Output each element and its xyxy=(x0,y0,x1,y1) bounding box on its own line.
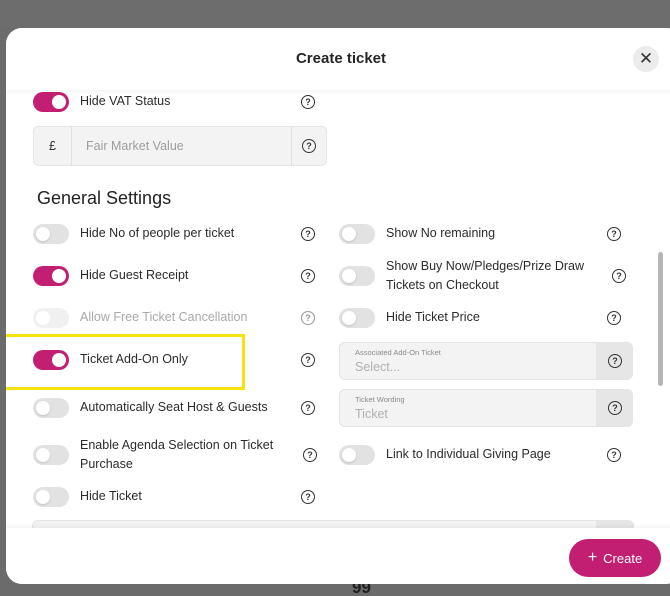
toggle-ticket-add-on-only[interactable] xyxy=(33,350,69,370)
ticket-wording-value: Ticket xyxy=(355,407,388,421)
associated-add-on-ticket-select[interactable]: Associated Add-On Ticket Select... ? xyxy=(339,342,633,380)
toggle-link-individual-giving[interactable] xyxy=(339,445,375,465)
modal-title: Create ticket xyxy=(295,50,387,67)
close-button[interactable]: ✕ xyxy=(633,46,659,72)
hide-ticket-price-label: Hide Ticket Price xyxy=(386,310,480,324)
link-individual-giving-label: Link to Individual Giving Page xyxy=(386,447,551,461)
modal-header: Create ticket ✕ xyxy=(6,28,670,90)
modal-body[interactable]: Hide VAT Status ? £ Fair Market Value ? … xyxy=(6,28,670,584)
hide-no-of-people-label: Hide No of people per ticket xyxy=(80,226,235,240)
help-icon[interactable]: ? xyxy=(301,401,315,415)
help-icon[interactable]: ? xyxy=(301,269,315,283)
toggle-hide-ticket[interactable] xyxy=(33,487,69,507)
toggle-allow-free-ticket-cancellation xyxy=(33,308,69,328)
help-icon[interactable]: ? xyxy=(607,227,621,241)
help-icon[interactable]: ? xyxy=(302,139,316,153)
associated-add-on-ticket-placeholder: Select... xyxy=(355,360,401,374)
ticket-wording-input[interactable]: Ticket Wording Ticket ? xyxy=(339,389,633,427)
toggle-hide-ticket-price[interactable] xyxy=(339,308,375,328)
auto-seat-host-guests-label: Automatically Seat Host & Guests xyxy=(80,400,268,414)
help-icon[interactable]: ? xyxy=(608,354,622,368)
toggle-hide-no-of-people[interactable] xyxy=(33,224,69,244)
associated-add-on-ticket-label: Associated Add-On Ticket xyxy=(355,348,441,357)
toggle-show-no-remaining[interactable] xyxy=(339,224,375,244)
help-icon[interactable]: ? xyxy=(301,353,315,367)
close-icon: ✕ xyxy=(638,49,654,68)
create-button[interactable]: + Create xyxy=(569,539,661,577)
hide-ticket-label: Hide Ticket xyxy=(80,489,142,503)
toggle-enable-agenda-selection[interactable] xyxy=(33,445,69,465)
backdrop xyxy=(0,0,670,28)
help-icon[interactable]: ? xyxy=(301,311,315,325)
help-icon[interactable]: ? xyxy=(301,95,315,109)
ticket-add-on-only-label: Ticket Add-On Only xyxy=(80,352,188,366)
toggle-auto-seat-host-guests[interactable] xyxy=(33,398,69,418)
create-ticket-modal: Hide VAT Status ? £ Fair Market Value ? … xyxy=(6,28,670,584)
help-icon[interactable]: ? xyxy=(303,448,317,462)
help-icon[interactable]: ? xyxy=(608,401,622,415)
show-buy-now-pledges-label: Show Buy Now/Pledges/Prize Draw Tickets … xyxy=(386,259,584,292)
toggle-hide-guest-receipt[interactable] xyxy=(33,266,69,286)
help-icon[interactable]: ? xyxy=(301,227,315,241)
show-no-remaining-label: Show No remaining xyxy=(386,226,496,240)
help-icon[interactable]: ? xyxy=(607,448,621,462)
currency-symbol: £ xyxy=(49,139,56,153)
allow-free-ticket-cancellation-label: Allow Free Ticket Cancellation xyxy=(80,310,248,324)
help-icon[interactable]: ? xyxy=(607,311,621,325)
help-icon[interactable]: ? xyxy=(612,269,626,283)
create-button-label: Create xyxy=(603,550,643,566)
hide-vat-status-label: Hide VAT Status xyxy=(80,94,171,108)
hide-guest-receipt-label: Hide Guest Receipt xyxy=(80,268,189,282)
enable-agenda-selection-label: Enable Agenda Selection on Ticket Purcha… xyxy=(80,438,274,471)
modal-footer: + Create xyxy=(6,528,670,584)
toggle-hide-vat-status[interactable] xyxy=(33,92,69,112)
ticket-wording-label: Ticket Wording xyxy=(355,395,405,404)
toggle-show-buy-now-pledges[interactable] xyxy=(339,266,375,286)
fair-market-value-placeholder: Fair Market Value xyxy=(86,139,184,153)
scrollbar[interactable] xyxy=(658,252,663,386)
plus-icon: + xyxy=(587,549,598,566)
section-title-general-settings: General Settings xyxy=(37,188,172,208)
fair-market-value-field[interactable]: £ Fair Market Value ? xyxy=(33,126,327,166)
help-icon[interactable]: ? xyxy=(301,490,315,504)
